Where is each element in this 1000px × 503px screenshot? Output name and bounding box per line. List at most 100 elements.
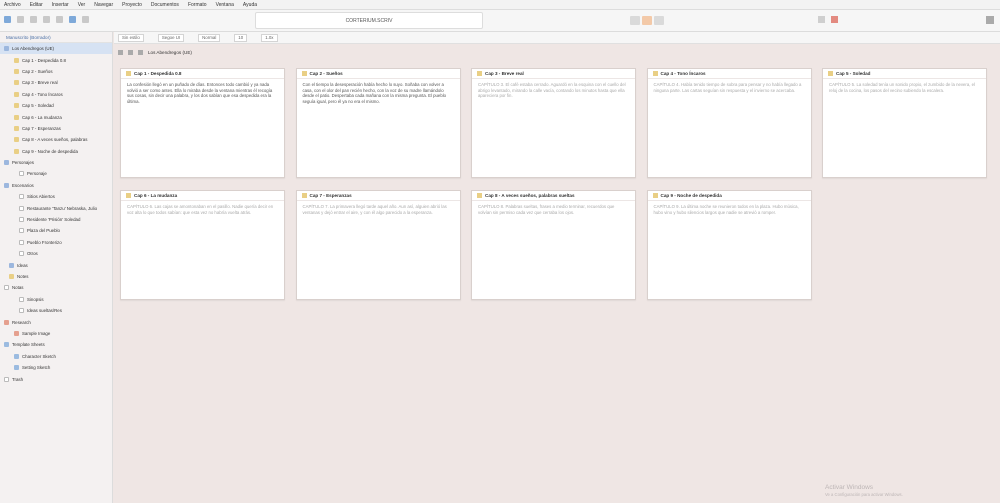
- compile-icon[interactable]: [69, 16, 76, 23]
- binder-item[interactable]: Character Sketch: [0, 351, 112, 362]
- quickref-icon[interactable]: [818, 16, 825, 23]
- path-label: Los Abendregos (UE): [148, 49, 192, 55]
- target-icon[interactable]: [831, 16, 838, 23]
- card-synopsis[interactable]: CAPÍTULO 4. Había tenido tiempo de sobra…: [648, 79, 811, 96]
- card-title[interactable]: Cap 9 - Noche de despedida: [647, 191, 811, 201]
- binder-item[interactable]: Cap 1 - Despedida 0.8: [0, 54, 112, 65]
- size-select[interactable]: 10: [234, 33, 248, 42]
- card-title[interactable]: Cap 7 - Esperanzas: [296, 191, 460, 201]
- card-synopsis[interactable]: CAPÍTULO 5. La soledad tenía un sonido p…: [823, 79, 986, 96]
- binder-item[interactable]: Cap 8 - A veces sueños, palabras: [0, 134, 112, 145]
- card-title[interactable]: Cap 4 - Tono Íncaros: [647, 69, 811, 79]
- card-synopsis[interactable]: CAPÍTULO 3. El café estaba cerrado. Agua…: [472, 79, 635, 102]
- binder-item-label: Cap 3 - Breve real: [22, 80, 58, 86]
- binder-item[interactable]: Cap 7 - Esperanzas: [0, 123, 112, 134]
- card-title[interactable]: Cap 2 - Sueños: [296, 69, 460, 79]
- menu-item[interactable]: Ventana: [216, 2, 234, 8]
- view-icon[interactable]: [82, 16, 89, 23]
- binder-item[interactable]: Cap 2 - Sueños: [0, 66, 112, 77]
- font-select[interactable]: Segoe UI: [157, 33, 185, 42]
- menu-item[interactable]: Documentos: [151, 2, 179, 8]
- binder-item[interactable]: Sitios Abiertos: [0, 191, 112, 202]
- binder-toggle-icon[interactable]: [4, 16, 11, 23]
- folder-icon[interactable]: [30, 16, 37, 23]
- binder-item-label: Trash: [12, 376, 24, 382]
- binder-item[interactable]: Escenarios: [0, 180, 112, 191]
- binder-item[interactable]: Cap 4 - Tono Íncaros: [0, 89, 112, 100]
- binder-item[interactable]: Cap 9 - Noche de despedida: [0, 146, 112, 157]
- card-synopsis[interactable]: La confesión llegó en un puñado de días.…: [121, 79, 284, 107]
- outline-view-icon[interactable]: [654, 16, 664, 25]
- binder-item[interactable]: Cap 5 - Soledad: [0, 100, 112, 111]
- settings-icon[interactable]: [56, 16, 63, 23]
- card-title-text: Cap 9 - Noche de despedida: [660, 193, 722, 198]
- menu-item[interactable]: Ver: [78, 2, 86, 8]
- card-synopsis[interactable]: CAPÍTULO 6. Las cajas se amontonaban en …: [121, 201, 284, 218]
- binder-item[interactable]: Plaza del Pueblo: [0, 225, 112, 236]
- binder-item-label: Research: [12, 319, 31, 325]
- index-card[interactable]: Cap 4 - Tono Íncaros CAPÍTULO 4. Había te…: [646, 68, 812, 178]
- binder-item[interactable]: Ideas: [0, 259, 112, 270]
- folder-icon: [138, 49, 143, 55]
- corkboard-view-icon[interactable]: [642, 16, 652, 25]
- page-icon: [19, 308, 24, 314]
- menu-item[interactable]: Navegar: [94, 2, 113, 8]
- index-card[interactable]: Cap 1 - Despedida 0.8 La confesión llegó …: [120, 68, 285, 178]
- index-card[interactable]: Cap 6 - La mudanza CAPÍTULO 6. Las cajas …: [120, 190, 285, 300]
- style-select[interactable]: Sin estilo: [118, 33, 144, 42]
- index-card[interactable]: Cap 3 - Breve real CAPÍTULO 3. El café es…: [471, 68, 636, 178]
- binder-item-label: Cap 9 - Noche de despedida: [22, 148, 78, 154]
- card-title[interactable]: Cap 8 - A veces sueños, palabras sueltas: [472, 191, 635, 201]
- add-icon[interactable]: [17, 16, 24, 23]
- menu-item[interactable]: Ayuda: [243, 2, 257, 8]
- index-card[interactable]: Cap 8 - A veces sueños, palabras sueltas…: [471, 190, 636, 300]
- card-synopsis[interactable]: CAPÍTULO 7. La primavera llegó tarde aqu…: [297, 201, 460, 218]
- card-synopsis[interactable]: Con el tiempo la desesperación había hec…: [297, 79, 460, 107]
- card-title[interactable]: Cap 5 - Soledad: [823, 69, 986, 79]
- spacing-select[interactable]: 1.0x: [261, 33, 278, 42]
- card-title[interactable]: Cap 3 - Breve real: [472, 69, 635, 79]
- inspector-icon[interactable]: [986, 16, 994, 24]
- delete-icon[interactable]: [43, 16, 50, 23]
- card-title[interactable]: Cap 1 - Despedida 0.8: [121, 69, 284, 79]
- binder-item[interactable]: Restaurante 'Tanzu' Nebraska, Julio: [0, 202, 112, 213]
- index-card[interactable]: Cap 7 - Esperanzas CAPÍTULO 7. La primave…: [295, 190, 461, 300]
- menu-item[interactable]: Editar: [30, 2, 43, 8]
- card-synopsis[interactable]: CAPÍTULO 8. Palabras sueltas, frases a m…: [472, 201, 635, 218]
- binder-header[interactable]: Manuscrito (Borrador): [0, 32, 112, 43]
- binder-item[interactable]: Pueblo Fronterizo: [0, 237, 112, 248]
- binder-item[interactable]: Cap 6 - La mudanza: [0, 111, 112, 122]
- binder-item[interactable]: Los Abendregos (UE): [0, 43, 112, 55]
- binder-item[interactable]: Trash: [0, 373, 112, 384]
- document-view-icon[interactable]: [630, 16, 640, 25]
- binder-item[interactable]: Setting Sketch: [0, 362, 112, 373]
- binder-item[interactable]: Ideas sueltas/Res: [0, 305, 112, 316]
- binder-item[interactable]: Sample Image: [0, 328, 112, 339]
- binder-item[interactable]: Template Sheets: [0, 339, 112, 350]
- menu-item[interactable]: Archivo: [4, 2, 21, 8]
- document-icon: [126, 193, 131, 198]
- binder-item[interactable]: Personaje: [0, 168, 112, 179]
- page-icon: [19, 194, 24, 200]
- index-card[interactable]: Cap 2 - Sueños Con el tiempo la desespera…: [295, 68, 461, 178]
- weight-select[interactable]: Normal: [198, 33, 221, 42]
- menu-item[interactable]: Proyecto: [122, 2, 142, 8]
- card-synopsis[interactable]: CAPÍTULO 9. La última noche se reunieron…: [648, 201, 811, 218]
- document-icon: [14, 57, 19, 63]
- binder-item[interactable]: Otros: [0, 248, 112, 259]
- binder-item[interactable]: Notas: [0, 282, 112, 293]
- document-icon: [14, 114, 19, 120]
- card-title[interactable]: Cap 6 - La mudanza: [121, 191, 284, 201]
- index-card[interactable]: Cap 9 - Noche de despedida CAPÍTULO 9. La…: [646, 190, 812, 300]
- binder-item[interactable]: Cap 3 - Breve real: [0, 77, 112, 88]
- binder-item[interactable]: Notes: [0, 271, 112, 282]
- forward-icon[interactable]: [128, 49, 133, 55]
- menu-item[interactable]: Formato: [188, 2, 207, 8]
- binder-item[interactable]: Residente 'Prisión' Soledad: [0, 214, 112, 225]
- binder-item[interactable]: Personajes: [0, 157, 112, 168]
- binder-item[interactable]: Research: [0, 316, 112, 327]
- menu-item[interactable]: Insertar: [52, 2, 69, 8]
- index-card[interactable]: Cap 5 - Soledad CAPÍTULO 5. La soledad te…: [822, 68, 987, 178]
- binder-item[interactable]: Sinopsis: [0, 294, 112, 305]
- back-icon[interactable]: [118, 49, 123, 55]
